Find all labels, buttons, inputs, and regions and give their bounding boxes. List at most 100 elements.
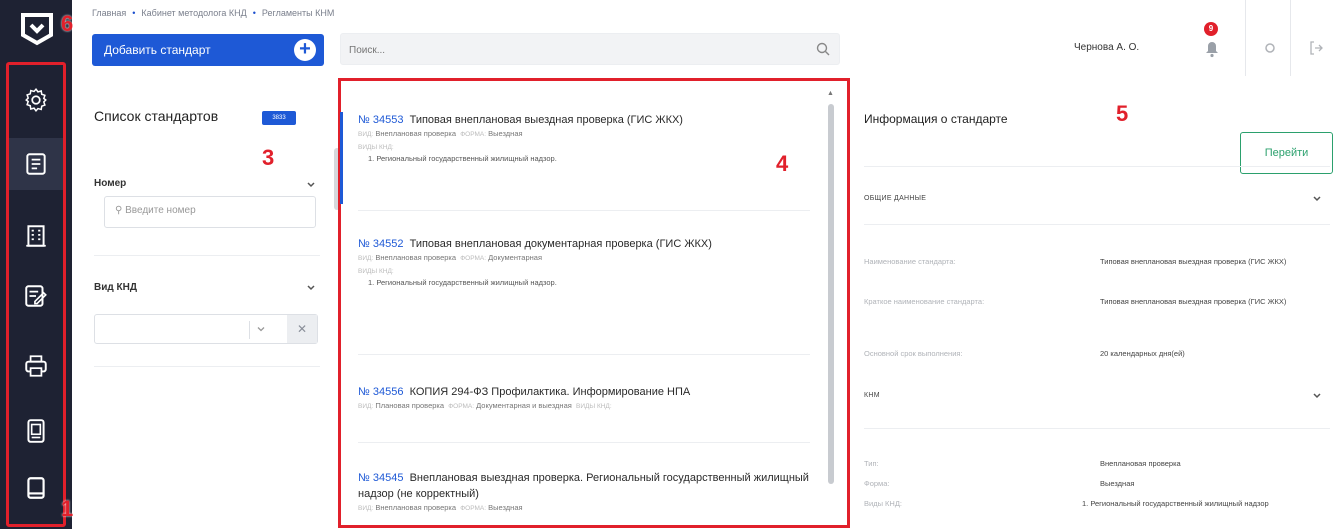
- list-item[interactable]: № 34556 КОПИЯ 294-ФЗ Профилактика. Инфор…: [358, 384, 818, 413]
- nav-item-forms[interactable]: [9, 270, 63, 322]
- nav-item-archive[interactable]: [9, 405, 63, 457]
- nav-item-settings[interactable]: [9, 74, 63, 126]
- section-knm-title[interactable]: КНМ: [864, 392, 880, 399]
- item-kind: 1. Региональный государственный жилищный…: [368, 278, 557, 287]
- kinds-label: ВИДЫ КНД:: [358, 144, 394, 151]
- list-item[interactable]: № 34545 Внеплановая выездная проверка. Р…: [358, 470, 818, 515]
- plus-circle-icon: +: [294, 39, 316, 61]
- vid-label: ВИД:: [358, 403, 374, 410]
- nav-item-reference[interactable]: [9, 462, 63, 514]
- field-key: Основной срок выполнения:: [864, 349, 963, 358]
- breadcrumb-cabinet[interactable]: Кабинет методолога КНД: [141, 8, 246, 18]
- vid-label: ВИД:: [358, 505, 374, 512]
- filter-divider: [94, 366, 320, 367]
- field-value: Типовая внеплановая выездная проверка (Г…: [1100, 297, 1287, 306]
- add-standard-button[interactable]: Добавить стандарт +: [92, 34, 324, 66]
- vid-label: ВИД:: [358, 255, 374, 262]
- settings-icon[interactable]: [1262, 40, 1278, 56]
- detail-divider: [864, 224, 1330, 225]
- list-scrollbar[interactable]: ▲: [826, 86, 836, 526]
- breadcrumb-separator-icon: •: [132, 8, 136, 18]
- select-divider: [249, 321, 250, 339]
- nav-item-organizations[interactable]: [9, 210, 63, 262]
- gear-icon: [25, 87, 47, 113]
- header-divider: [1290, 0, 1291, 76]
- bell-icon[interactable]: [1205, 40, 1219, 58]
- field-key: Тип:: [864, 459, 879, 468]
- add-standard-label: Добавить стандарт: [104, 43, 211, 57]
- field-value: Внеплановая проверка: [1100, 459, 1181, 468]
- marker-3: 3: [262, 145, 275, 170]
- item-number: № 34545: [358, 472, 404, 484]
- field-value: Выездная: [1100, 479, 1135, 488]
- field-key: Наименование стандарта:: [864, 257, 956, 266]
- item-vid: Внеплановая проверка: [375, 503, 457, 512]
- list-item[interactable]: № 34552 Типовая внеплановая документарна…: [358, 236, 818, 289]
- header-divider: [1245, 0, 1246, 76]
- item-title: Типовая внеплановая документарная провер…: [409, 238, 712, 250]
- breadcrumb-current: Регламенты КНМ: [261, 8, 335, 18]
- search-box: [340, 33, 840, 65]
- item-vid: Плановая проверка: [375, 401, 445, 410]
- logout-icon[interactable]: [1308, 40, 1324, 56]
- standards-list-title: Список стандартов: [94, 108, 219, 124]
- book-icon: [27, 477, 45, 499]
- standards-count-tag: 3833: [262, 111, 296, 125]
- item-title: Типовая внеплановая выездная проверка (Г…: [409, 114, 683, 126]
- building-icon: [26, 225, 46, 247]
- list-divider: [358, 442, 810, 443]
- detail-divider: [864, 166, 1330, 167]
- number-filter-input[interactable]: ⚲ Введите номер: [104, 196, 316, 228]
- search-icon: ⚲: [115, 205, 123, 216]
- number-filter-placeholder: Введите номер: [125, 205, 196, 216]
- logo-icon: [21, 13, 53, 46]
- field-key: Форма:: [864, 479, 890, 488]
- document-list-icon: [26, 153, 46, 175]
- item-number: № 34552: [358, 238, 404, 250]
- scroll-up-icon[interactable]: ▲: [827, 90, 834, 97]
- detail-divider: [864, 428, 1330, 429]
- chevron-down-icon[interactable]: [306, 180, 316, 190]
- item-vid: Внеплановая проверка: [375, 129, 457, 138]
- list-item[interactable]: № 34553 Типовая внеплановая выездная про…: [358, 112, 818, 165]
- field-key: Виды КНД:: [864, 499, 902, 508]
- chevron-down-icon[interactable]: [255, 323, 267, 335]
- nav-item-print[interactable]: [9, 340, 63, 392]
- search-input[interactable]: [349, 40, 749, 60]
- printer-icon: [25, 355, 47, 377]
- archive-icon: [27, 419, 45, 443]
- nav-item-standards[interactable]: [9, 138, 63, 190]
- user-name[interactable]: Чернова А. О.: [1074, 42, 1139, 53]
- item-title: Внеплановая выездная проверка. Региональ…: [358, 472, 809, 500]
- go-button[interactable]: Перейти: [1240, 132, 1333, 174]
- item-number: № 34556: [358, 386, 404, 398]
- scrollbar-thumb[interactable]: [828, 104, 834, 484]
- breadcrumb-home[interactable]: Главная: [92, 8, 126, 18]
- breadcrumb-separator-icon: •: [252, 8, 256, 18]
- list-divider: [358, 210, 810, 211]
- item-forma: Выездная: [488, 503, 523, 512]
- search-icon[interactable]: [815, 41, 831, 57]
- chevron-down-icon[interactable]: [1312, 391, 1322, 401]
- clear-icon[interactable]: ✕: [287, 315, 317, 343]
- forma-label: ФОРМА:: [460, 505, 487, 512]
- field-key: Краткое наименование стандарта:: [864, 297, 985, 306]
- chevron-down-icon[interactable]: [306, 283, 316, 293]
- knd-filter-select[interactable]: ✕: [94, 314, 318, 344]
- app-logo[interactable]: [10, 6, 64, 52]
- filter-divider: [94, 255, 320, 256]
- marker-1: 1: [61, 496, 74, 521]
- knd-filter-label: Вид КНД: [94, 282, 137, 293]
- forma-label: ФОРМА:: [460, 255, 487, 262]
- section-general-title[interactable]: ОБЩИЕ ДАННЫЕ: [864, 195, 926, 202]
- chevron-down-icon[interactable]: [1312, 194, 1322, 204]
- list-divider: [358, 354, 810, 355]
- selected-item-indicator: [340, 112, 343, 204]
- detail-title: Информация о стандарте: [864, 112, 1008, 126]
- kinds-label: ВИДЫ КНД:: [575, 403, 612, 410]
- breadcrumb: Главная • Кабинет методолога КНД • Регла…: [92, 8, 334, 18]
- field-value: Типовая внеплановая выездная проверка (Г…: [1100, 257, 1287, 266]
- notification-badge: 9: [1204, 22, 1218, 36]
- vid-label: ВИД:: [358, 131, 374, 138]
- number-filter-label: Номер: [94, 178, 127, 189]
